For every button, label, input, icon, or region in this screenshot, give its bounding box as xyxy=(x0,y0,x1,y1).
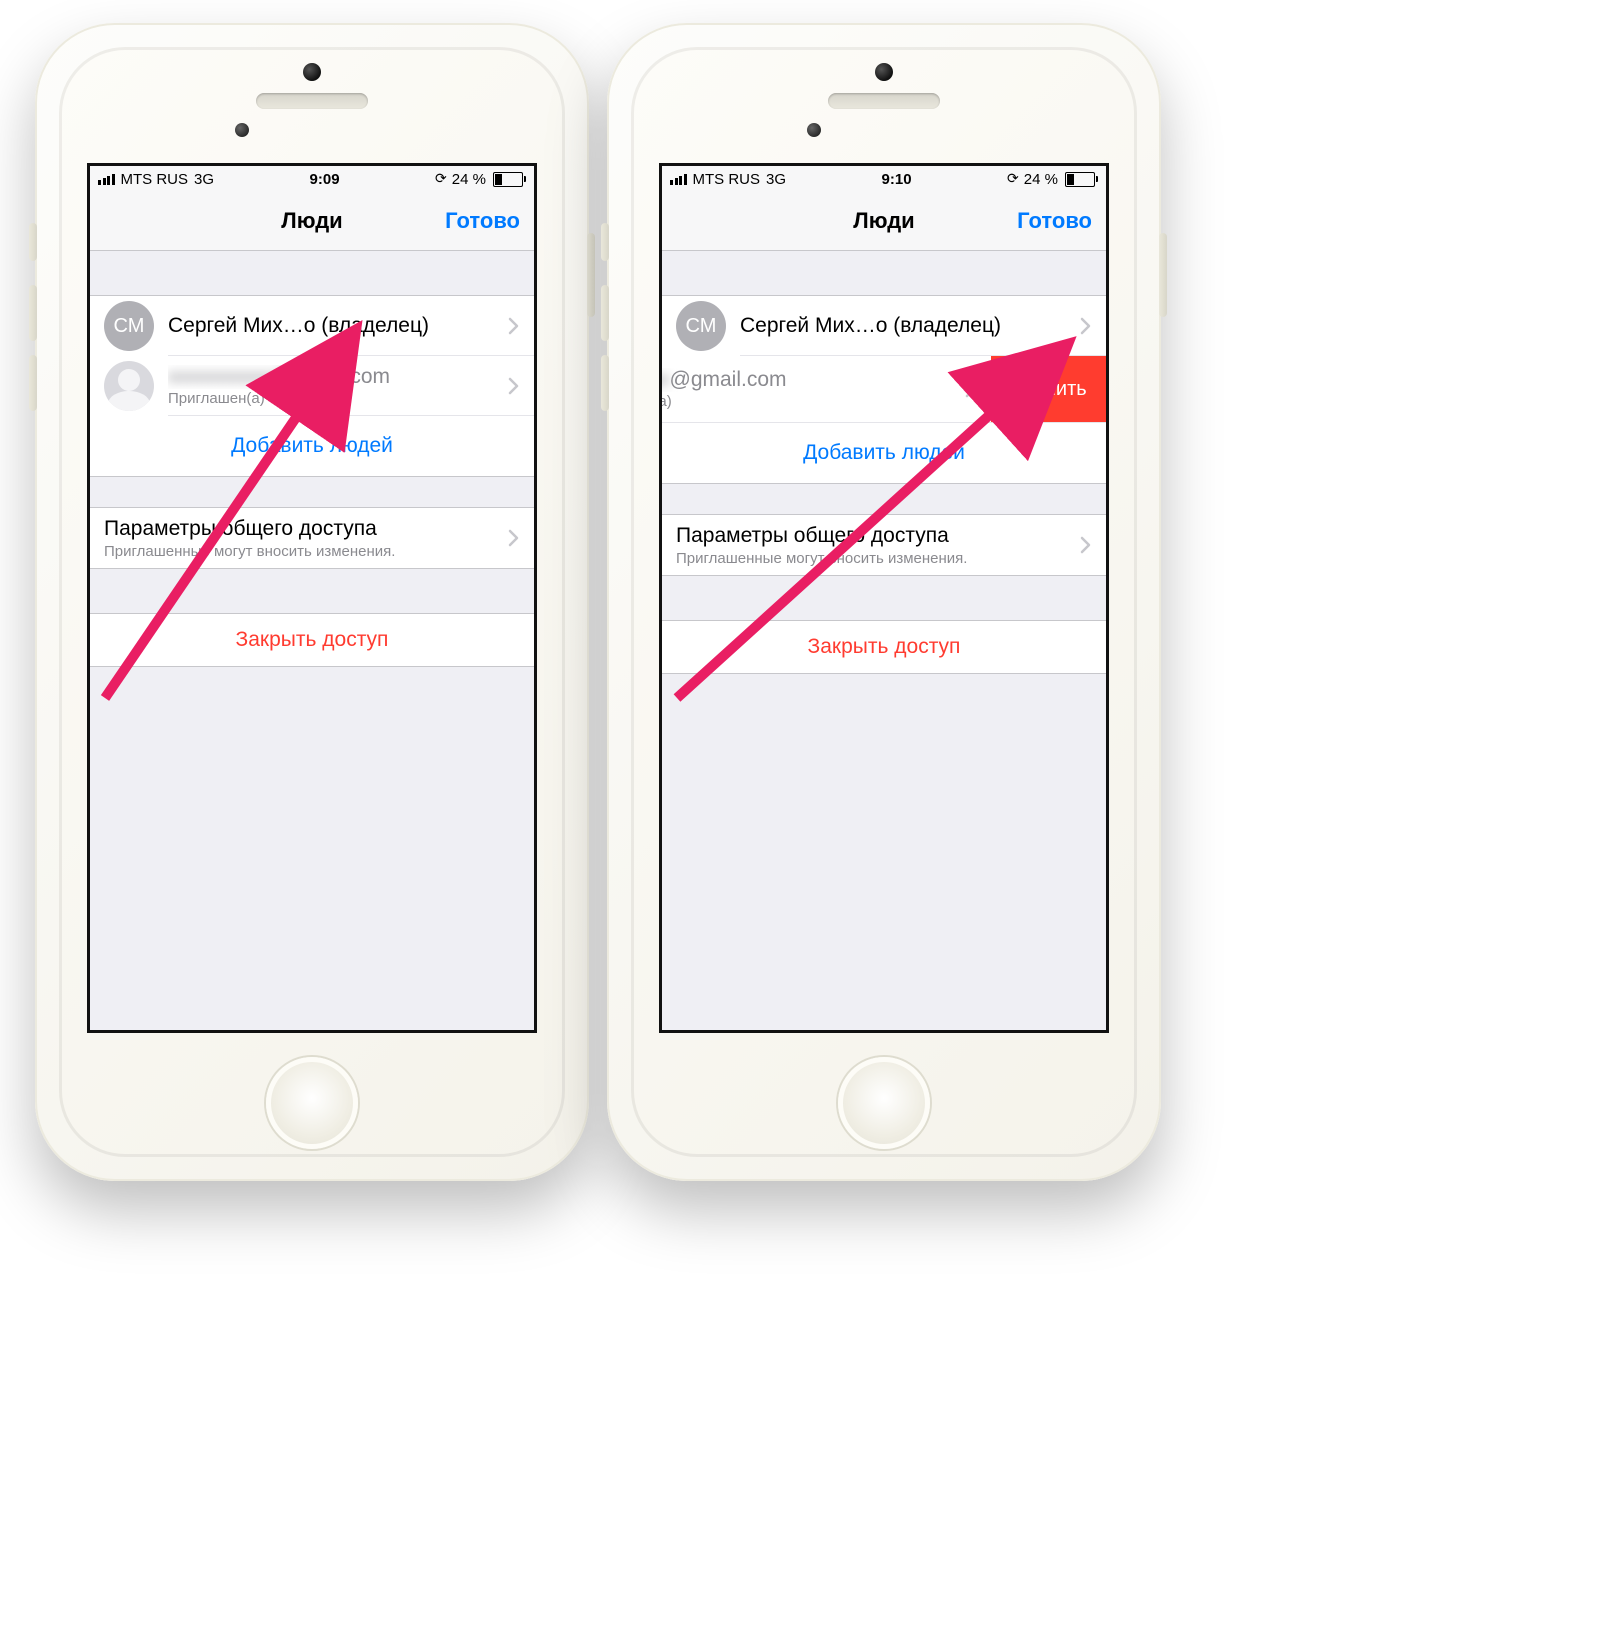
carrier-label: MTS RUS xyxy=(121,171,189,188)
done-button[interactable]: Готово xyxy=(445,208,520,234)
add-people-button[interactable]: Добавить людей xyxy=(90,416,534,476)
invited-email-hidden: xxxxxxxxx xyxy=(659,368,670,391)
status-bar: MTS RUS 3G 9:09 ⟳ 24 % xyxy=(90,166,534,192)
signal-icon xyxy=(98,174,115,185)
invited-email-hidden: xxxxxxxxxx@ xyxy=(168,365,294,388)
mute-switch-icon xyxy=(601,223,609,261)
invited-status: Приглашен(а) xyxy=(659,393,787,410)
nav-bar: Люди Готово xyxy=(662,192,1106,251)
network-label: 3G xyxy=(194,171,214,188)
chevron-right-icon xyxy=(508,529,520,547)
invited-email: xxxxxxxxx@gmail.com xyxy=(659,368,787,392)
owner-initials: СМ xyxy=(686,315,717,338)
phone-mockup-right: MTS RUS 3G 9:10 ⟳ 24 % Люди Готово xyxy=(607,23,1161,1181)
revoke-access-label: Закрыть доступ xyxy=(662,621,1106,673)
volume-down-icon xyxy=(29,355,37,411)
revoke-access-button[interactable]: Закрыть доступ xyxy=(90,613,534,667)
status-bar: MTS RUS 3G 9:10 ⟳ 24 % xyxy=(662,166,1106,192)
mute-switch-icon xyxy=(29,223,37,261)
battery-icon xyxy=(491,172,526,187)
chevron-right-icon xyxy=(965,380,977,398)
people-group: СМ Сергей Мих…о (владелец) xxxxxxxxx@gma… xyxy=(662,295,1106,484)
sharing-settings-sub: Приглашенные могут вносить изменения. xyxy=(104,543,395,560)
battery-icon xyxy=(1063,172,1098,187)
owner-row[interactable]: СМ Сергей Мих…о (владелец) xyxy=(662,296,1106,356)
sharing-settings-row[interactable]: Параметры общего доступа Приглашенные мо… xyxy=(662,514,1106,576)
page-title: Люди xyxy=(281,208,342,234)
invited-row[interactable]: xxxxxxxxxx@gmail.com Приглашен(а) xyxy=(90,356,534,416)
chevron-right-icon xyxy=(508,317,520,335)
volume-down-icon xyxy=(601,355,609,411)
volume-up-icon xyxy=(601,285,609,341)
battery-pct-label: 24 % xyxy=(452,171,486,188)
network-label: 3G xyxy=(766,171,786,188)
battery-pct-label: 24 % xyxy=(1024,171,1058,188)
orientation-lock-icon: ⟳ xyxy=(435,170,447,187)
revoke-access-label: Закрыть доступ xyxy=(90,614,534,666)
carrier-label: MTS RUS xyxy=(693,171,761,188)
screen: MTS RUS 3G 9:10 ⟳ 24 % Люди Готово xyxy=(659,163,1109,1033)
owner-name: Сергей Мих…о (владелец) xyxy=(168,314,429,338)
front-camera-icon xyxy=(303,63,321,81)
sharing-settings-title: Параметры общего доступа xyxy=(104,517,395,541)
owner-avatar-icon: СМ xyxy=(676,301,726,351)
power-button-icon xyxy=(1159,233,1167,317)
people-group: СМ Сергей Мих…о (владелец) xxxxxxxxxx@gm… xyxy=(90,295,534,477)
clock-label: 9:10 xyxy=(882,171,912,188)
sharing-settings-title: Параметры общего доступа xyxy=(676,524,967,548)
sensor-icon xyxy=(235,123,249,137)
owner-avatar-icon: СМ xyxy=(104,301,154,351)
volume-up-icon xyxy=(29,285,37,341)
page-title: Люди xyxy=(853,208,914,234)
home-button[interactable] xyxy=(266,1057,358,1149)
invited-row-swiped[interactable]: xxxxxxxxx@gmail.com Приглашен(а) Удалить xyxy=(662,356,1106,422)
signal-icon xyxy=(670,174,687,185)
nav-bar: Люди Готово xyxy=(90,192,534,251)
orientation-lock-icon: ⟳ xyxy=(1007,170,1019,187)
owner-row[interactable]: СМ Сергей Мих…о (владелец) xyxy=(90,296,534,356)
owner-initials: СМ xyxy=(114,315,145,338)
earpiece-speaker-icon xyxy=(828,93,940,109)
phone-mockup-left: MTS RUS 3G 9:09 ⟳ 24 % Люди Готово xyxy=(35,23,589,1181)
power-button-icon xyxy=(587,233,595,317)
done-button[interactable]: Готово xyxy=(1017,208,1092,234)
chevron-right-icon xyxy=(508,377,520,395)
swipe-delete-label: Удалить xyxy=(1010,378,1086,401)
add-people-button[interactable]: Добавить людей xyxy=(662,422,1106,483)
add-people-label: Добавить людей xyxy=(231,434,393,458)
invited-avatar-icon xyxy=(104,361,154,411)
earpiece-speaker-icon xyxy=(256,93,368,109)
invited-status: Приглашен(а) xyxy=(168,390,390,407)
owner-name: Сергей Мих…о (владелец) xyxy=(740,314,1001,338)
swipe-delete-button[interactable]: Удалить xyxy=(991,356,1106,422)
screen: MTS RUS 3G 9:09 ⟳ 24 % Люди Готово xyxy=(87,163,537,1033)
home-button[interactable] xyxy=(838,1057,930,1149)
invited-email: xxxxxxxxxx@gmail.com xyxy=(168,365,390,389)
revoke-access-button[interactable]: Закрыть доступ xyxy=(662,620,1106,674)
sharing-settings-row[interactable]: Параметры общего доступа Приглашенные мо… xyxy=(90,507,534,569)
clock-label: 9:09 xyxy=(310,171,340,188)
add-people-label: Добавить людей xyxy=(803,441,965,465)
chevron-right-icon xyxy=(1080,536,1092,554)
front-camera-icon xyxy=(875,63,893,81)
sharing-settings-sub: Приглашенные могут вносить изменения. xyxy=(676,550,967,567)
chevron-right-icon xyxy=(1080,317,1092,335)
sensor-icon xyxy=(807,123,821,137)
